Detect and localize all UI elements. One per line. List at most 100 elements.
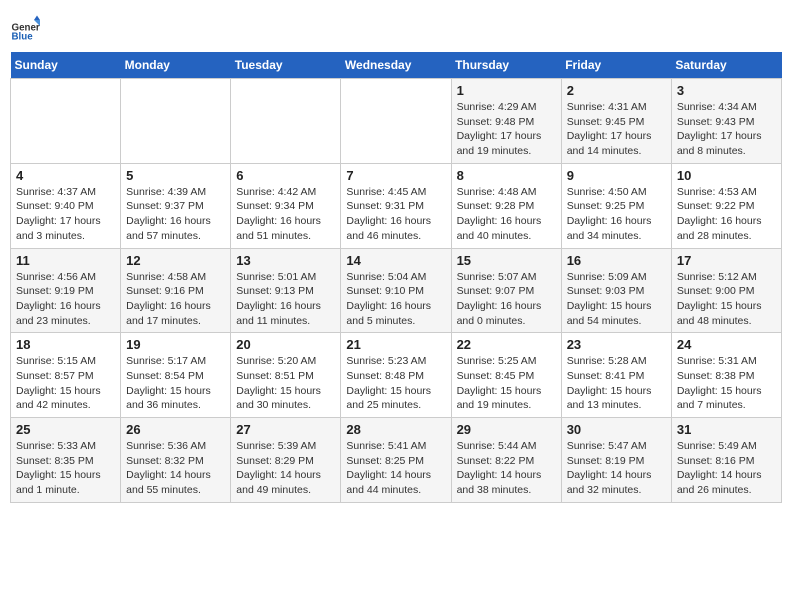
calendar-cell: 30 Sunrise: 5:47 AM Sunset: 8:19 PM Dayli…	[561, 418, 671, 503]
calendar-header: SundayMondayTuesdayWednesdayThursdayFrid…	[11, 52, 782, 79]
day-number: 6	[236, 168, 335, 183]
day-number: 9	[567, 168, 666, 183]
day-info: Sunrise: 4:48 AM Sunset: 9:28 PM Dayligh…	[457, 185, 556, 244]
day-info: Sunrise: 5:07 AM Sunset: 9:07 PM Dayligh…	[457, 270, 556, 329]
calendar-cell: 29 Sunrise: 5:44 AM Sunset: 8:22 PM Dayli…	[451, 418, 561, 503]
calendar-week-3: 11 Sunrise: 4:56 AM Sunset: 9:19 PM Dayli…	[11, 248, 782, 333]
day-number: 28	[346, 422, 445, 437]
calendar-cell: 18Sunrise: 5:15 AM Sunset: 8:57 PM Dayli…	[11, 333, 121, 418]
day-info: Sunrise: 5:39 AM Sunset: 8:29 PM Dayligh…	[236, 439, 335, 498]
day-info: Sunrise: 5:04 AM Sunset: 9:10 PM Dayligh…	[346, 270, 445, 329]
day-info: Sunrise: 4:42 AM Sunset: 9:34 PM Dayligh…	[236, 185, 335, 244]
day-number: 7	[346, 168, 445, 183]
calendar-cell: 26 Sunrise: 5:36 AM Sunset: 8:32 PM Dayli…	[121, 418, 231, 503]
day-number: 10	[677, 168, 776, 183]
calendar-cell: 21 Sunrise: 5:23 AM Sunset: 8:48 PM Dayli…	[341, 333, 451, 418]
weekday-wednesday: Wednesday	[341, 52, 451, 79]
day-number: 3	[677, 83, 776, 98]
day-info: Sunrise: 5:44 AM Sunset: 8:22 PM Dayligh…	[457, 439, 556, 498]
day-number: 12	[126, 253, 225, 268]
day-number: 17	[677, 253, 776, 268]
calendar-cell: 8 Sunrise: 4:48 AM Sunset: 9:28 PM Daylig…	[451, 163, 561, 248]
calendar-cell: 4 Sunrise: 4:37 AM Sunset: 9:40 PM Daylig…	[11, 163, 121, 248]
day-info: Sunrise: 4:29 AM Sunset: 9:48 PM Dayligh…	[457, 100, 556, 159]
day-info: Sunrise: 5:17 AM Sunset: 8:54 PM Dayligh…	[126, 354, 225, 413]
day-number: 26	[126, 422, 225, 437]
weekday-saturday: Saturday	[671, 52, 781, 79]
calendar-cell: 9 Sunrise: 4:50 AM Sunset: 9:25 PM Daylig…	[561, 163, 671, 248]
day-number: 25	[16, 422, 115, 437]
logo-icon: General Blue	[10, 14, 40, 44]
calendar-cell	[341, 79, 451, 164]
day-info: Sunrise: 4:31 AM Sunset: 9:45 PM Dayligh…	[567, 100, 666, 159]
day-info: Sunrise: 5:31 AM Sunset: 8:38 PM Dayligh…	[677, 354, 776, 413]
calendar-cell: 19Sunrise: 5:17 AM Sunset: 8:54 PM Dayli…	[121, 333, 231, 418]
weekday-thursday: Thursday	[451, 52, 561, 79]
day-info: Sunrise: 4:45 AM Sunset: 9:31 PM Dayligh…	[346, 185, 445, 244]
day-info: Sunrise: 4:34 AM Sunset: 9:43 PM Dayligh…	[677, 100, 776, 159]
day-info: Sunrise: 5:09 AM Sunset: 9:03 PM Dayligh…	[567, 270, 666, 329]
day-info: Sunrise: 5:47 AM Sunset: 8:19 PM Dayligh…	[567, 439, 666, 498]
day-info: Sunrise: 4:58 AM Sunset: 9:16 PM Dayligh…	[126, 270, 225, 329]
calendar-cell	[231, 79, 341, 164]
day-info: Sunrise: 5:23 AM Sunset: 8:48 PM Dayligh…	[346, 354, 445, 413]
calendar-cell: 24 Sunrise: 5:31 AM Sunset: 8:38 PM Dayli…	[671, 333, 781, 418]
day-number: 21	[346, 337, 445, 352]
day-info: Sunrise: 5:33 AM Sunset: 8:35 PM Dayligh…	[16, 439, 115, 498]
calendar-cell: 23Sunrise: 5:28 AM Sunset: 8:41 PM Dayli…	[561, 333, 671, 418]
calendar-cell: 27 Sunrise: 5:39 AM Sunset: 8:29 PM Dayli…	[231, 418, 341, 503]
calendar-cell: 15 Sunrise: 5:07 AM Sunset: 9:07 PM Dayli…	[451, 248, 561, 333]
day-number: 11	[16, 253, 115, 268]
day-number: 8	[457, 168, 556, 183]
day-number: 27	[236, 422, 335, 437]
day-number: 24	[677, 337, 776, 352]
day-info: Sunrise: 5:20 AM Sunset: 8:51 PM Dayligh…	[236, 354, 335, 413]
calendar-cell	[11, 79, 121, 164]
day-number: 5	[126, 168, 225, 183]
day-number: 30	[567, 422, 666, 437]
calendar-cell: 28 Sunrise: 5:41 AM Sunset: 8:25 PM Dayli…	[341, 418, 451, 503]
day-info: Sunrise: 4:50 AM Sunset: 9:25 PM Dayligh…	[567, 185, 666, 244]
day-info: Sunrise: 5:36 AM Sunset: 8:32 PM Dayligh…	[126, 439, 225, 498]
calendar-cell: 10Sunrise: 4:53 AM Sunset: 9:22 PM Dayli…	[671, 163, 781, 248]
day-info: Sunrise: 4:37 AM Sunset: 9:40 PM Dayligh…	[16, 185, 115, 244]
calendar-cell: 12 Sunrise: 4:58 AM Sunset: 9:16 PM Dayli…	[121, 248, 231, 333]
page-header: General Blue	[10, 10, 782, 44]
calendar-cell: 16 Sunrise: 5:09 AM Sunset: 9:03 PM Dayli…	[561, 248, 671, 333]
calendar-week-2: 4 Sunrise: 4:37 AM Sunset: 9:40 PM Daylig…	[11, 163, 782, 248]
day-number: 31	[677, 422, 776, 437]
day-number: 13	[236, 253, 335, 268]
calendar-cell: 22Sunrise: 5:25 AM Sunset: 8:45 PM Dayli…	[451, 333, 561, 418]
day-info: Sunrise: 5:49 AM Sunset: 8:16 PM Dayligh…	[677, 439, 776, 498]
calendar-body: 1Sunrise: 4:29 AM Sunset: 9:48 PM Daylig…	[11, 79, 782, 503]
weekday-monday: Monday	[121, 52, 231, 79]
calendar-cell: 11 Sunrise: 4:56 AM Sunset: 9:19 PM Dayli…	[11, 248, 121, 333]
day-number: 23	[567, 337, 666, 352]
day-number: 16	[567, 253, 666, 268]
calendar-cell: 13 Sunrise: 5:01 AM Sunset: 9:13 PM Dayli…	[231, 248, 341, 333]
calendar-week-4: 18Sunrise: 5:15 AM Sunset: 8:57 PM Dayli…	[11, 333, 782, 418]
day-info: Sunrise: 4:39 AM Sunset: 9:37 PM Dayligh…	[126, 185, 225, 244]
weekday-tuesday: Tuesday	[231, 52, 341, 79]
calendar-week-1: 1Sunrise: 4:29 AM Sunset: 9:48 PM Daylig…	[11, 79, 782, 164]
day-number: 4	[16, 168, 115, 183]
calendar-week-5: 25 Sunrise: 5:33 AM Sunset: 8:35 PM Dayli…	[11, 418, 782, 503]
calendar-cell: 6 Sunrise: 4:42 AM Sunset: 9:34 PM Daylig…	[231, 163, 341, 248]
calendar-cell: 31 Sunrise: 5:49 AM Sunset: 8:16 PM Dayli…	[671, 418, 781, 503]
calendar-cell: 2Sunrise: 4:31 AM Sunset: 9:45 PM Daylig…	[561, 79, 671, 164]
calendar-cell: 14Sunrise: 5:04 AM Sunset: 9:10 PM Dayli…	[341, 248, 451, 333]
day-info: Sunrise: 5:01 AM Sunset: 9:13 PM Dayligh…	[236, 270, 335, 329]
calendar-table: SundayMondayTuesdayWednesdayThursdayFrid…	[10, 52, 782, 503]
day-number: 18	[16, 337, 115, 352]
calendar-cell: 17 Sunrise: 5:12 AM Sunset: 9:00 PM Dayli…	[671, 248, 781, 333]
day-info: Sunrise: 4:56 AM Sunset: 9:19 PM Dayligh…	[16, 270, 115, 329]
day-number: 15	[457, 253, 556, 268]
weekday-friday: Friday	[561, 52, 671, 79]
calendar-cell: 3 Sunrise: 4:34 AM Sunset: 9:43 PM Daylig…	[671, 79, 781, 164]
day-info: Sunrise: 5:41 AM Sunset: 8:25 PM Dayligh…	[346, 439, 445, 498]
day-info: Sunrise: 5:12 AM Sunset: 9:00 PM Dayligh…	[677, 270, 776, 329]
svg-text:Blue: Blue	[12, 32, 34, 43]
day-number: 20	[236, 337, 335, 352]
calendar-cell: 1Sunrise: 4:29 AM Sunset: 9:48 PM Daylig…	[451, 79, 561, 164]
day-number: 29	[457, 422, 556, 437]
